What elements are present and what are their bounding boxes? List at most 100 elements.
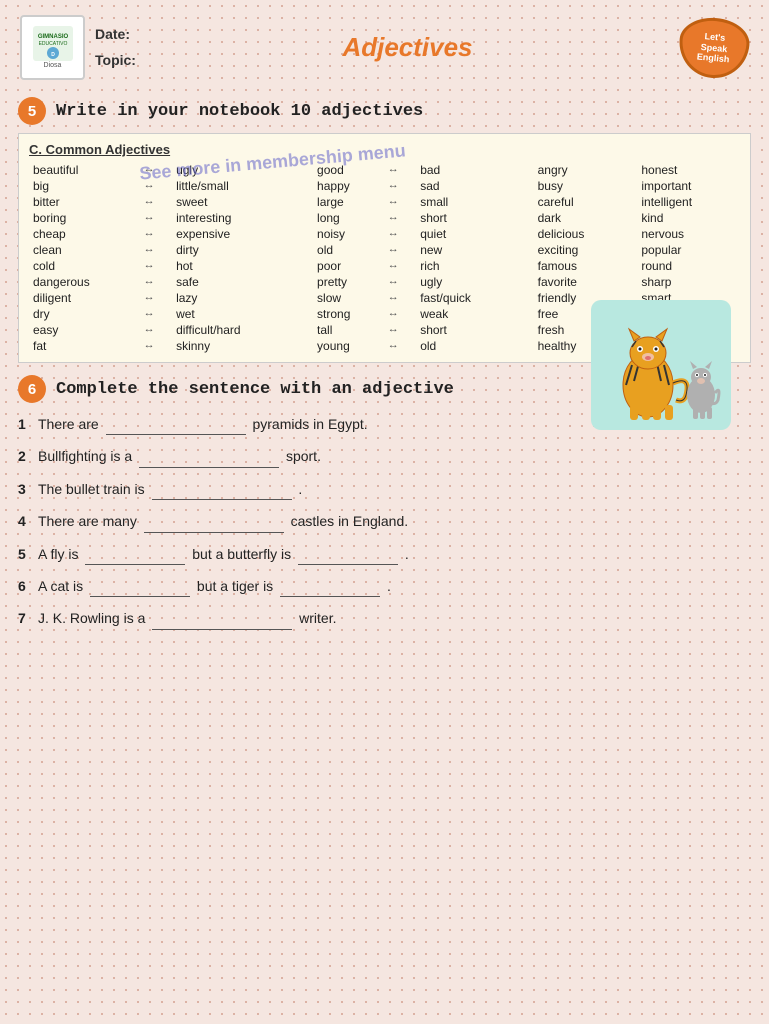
adj-col2-opposite: ugly <box>416 274 533 290</box>
page-title: Adjectives <box>136 32 679 63</box>
adj-col1-arrow: ↔ <box>140 290 172 306</box>
adj-col3-word: dark <box>534 210 638 226</box>
adj-col1-opposite: hot <box>172 258 313 274</box>
exercise-section: 1There are pyramids in Egypt.2Bullfighti… <box>18 413 751 630</box>
exercise-item: 6 A cat is but a tiger is . <box>18 575 751 597</box>
adj-col4-word: nervous <box>637 226 740 242</box>
adj-col3-word: busy <box>534 178 638 194</box>
svg-text:GIMNASIO: GIMNASIO <box>37 34 68 40</box>
exercise-number: 7 <box>18 607 32 629</box>
adj-col1-opposite: skinny <box>172 338 313 354</box>
answer-blank-2[interactable] <box>280 583 380 597</box>
section6-title: Complete the sentence with an adjective <box>56 380 454 399</box>
adj-col1-arrow: ↔ <box>140 178 172 194</box>
answer-blank[interactable] <box>152 486 292 500</box>
adj-col2-opposite: short <box>416 322 533 338</box>
logo-icon: GIMNASIO EDUCATIVO D <box>33 26 73 61</box>
adj-col2-word: tall <box>313 322 384 338</box>
lets-speak-english-badge: Let's Speak English <box>677 15 752 81</box>
answer-blank[interactable] <box>85 551 185 565</box>
adj-col2-opposite: weak <box>416 306 533 322</box>
logo-text: Diosa <box>44 62 62 69</box>
adj-col2-arrow: ↔ <box>384 338 416 354</box>
exercise-number: 6 <box>18 575 32 597</box>
adj-col1-arrow: ↔ <box>140 226 172 242</box>
exercise-item: 7 J. K. Rowling is a writer. <box>18 607 751 629</box>
section5-header: 5 Write in your notebook 10 adjectives <box>10 97 759 125</box>
adj-col2-opposite: old <box>416 338 533 354</box>
adj-col3-word: exciting <box>534 242 638 258</box>
adj-col3-word: famous <box>534 258 638 274</box>
adj-col1-arrow: ↔ <box>140 274 172 290</box>
section5-title: Write in your notebook 10 adjectives <box>56 102 423 121</box>
adj-col1-opposite: dirty <box>172 242 313 258</box>
answer-blank[interactable] <box>90 583 190 597</box>
adj-col1-opposite: difficult/hard <box>172 322 313 338</box>
exercise-item: 4There are many castles in England. <box>18 510 751 532</box>
adj-col2-opposite: bad <box>416 162 533 178</box>
header: GIMNASIO EDUCATIVO D Diosa Date: Topic: … <box>10 10 759 85</box>
adj-col3-word: careful <box>534 194 638 210</box>
adj-col1-arrow: ↔ <box>140 210 172 226</box>
answer-blank[interactable] <box>152 616 292 630</box>
adj-col1-word: dangerous <box>29 274 140 290</box>
logo: GIMNASIO EDUCATIVO D Diosa <box>20 15 85 80</box>
adj-col1-word: cold <box>29 258 140 274</box>
adj-col1-arrow: ↔ <box>140 242 172 258</box>
answer-blank-2[interactable] <box>298 551 398 565</box>
adj-col4-word: sharp <box>637 274 740 290</box>
answer-blank[interactable] <box>106 421 246 435</box>
adj-col3-word: angry <box>534 162 638 178</box>
svg-text:D: D <box>51 52 55 58</box>
adj-col2-opposite: sad <box>416 178 533 194</box>
adj-col2-arrow: ↔ <box>384 226 416 242</box>
adj-col1-arrow: ↔ <box>140 194 172 210</box>
adj-col1-word: fat <box>29 338 140 354</box>
adj-col1-opposite: sweet <box>172 194 313 210</box>
exercise-text: A cat is but a tiger is . <box>38 575 751 597</box>
adj-col2-arrow: ↔ <box>384 178 416 194</box>
answer-blank[interactable] <box>139 454 279 468</box>
exercise-text: Bullfighting is a sport. <box>38 445 751 467</box>
adj-col2-word: noisy <box>313 226 384 242</box>
adj-col2-word: good <box>313 162 384 178</box>
adj-col2-arrow: ↔ <box>384 306 416 322</box>
adj-col1-word: beautiful <box>29 162 140 178</box>
adj-col1-word: big <box>29 178 140 194</box>
adj-col2-word: slow <box>313 290 384 306</box>
adj-col4-word: round <box>637 258 740 274</box>
adj-col2-opposite: new <box>416 242 533 258</box>
tiger-svg <box>596 305 726 425</box>
adj-col2-opposite: quiet <box>416 226 533 242</box>
adj-col2-word: strong <box>313 306 384 322</box>
adj-col1-arrow: ↔ <box>140 306 172 322</box>
adj-col2-word: pretty <box>313 274 384 290</box>
adj-col2-arrow: ↔ <box>384 258 416 274</box>
exercise-item: 5A fly is but a butterfly is . <box>18 543 751 565</box>
adj-col2-arrow: ↔ <box>384 290 416 306</box>
adj-col3-word: favorite <box>534 274 638 290</box>
section5-number: 5 <box>18 97 46 125</box>
exercise-text: J. K. Rowling is a writer. <box>38 607 751 629</box>
exercise-item: 3The bullet train is . <box>18 478 751 500</box>
adj-col1-word: dry <box>29 306 140 322</box>
adj-col1-arrow: ↔ <box>140 162 172 178</box>
adj-col2-word: poor <box>313 258 384 274</box>
topic-label: Topic: <box>95 48 136 73</box>
adj-col1-word: easy <box>29 322 140 338</box>
date-label: Date: <box>95 22 136 47</box>
exercise-number: 1 <box>18 413 32 435</box>
adj-col1-word: cheap <box>29 226 140 242</box>
adj-col1-arrow: ↔ <box>140 338 172 354</box>
adj-col4-word: kind <box>637 210 740 226</box>
adj-col1-arrow: ↔ <box>140 322 172 338</box>
adj-col4-word: popular <box>637 242 740 258</box>
adj-col1-arrow: ↔ <box>140 258 172 274</box>
page: GIMNASIO EDUCATIVO D Diosa Date: Topic: … <box>0 0 769 1024</box>
adj-col1-opposite: lazy <box>172 290 313 306</box>
adj-col2-word: long <box>313 210 384 226</box>
answer-blank[interactable] <box>144 519 284 533</box>
adj-col1-word: clean <box>29 242 140 258</box>
adj-col1-opposite: wet <box>172 306 313 322</box>
adj-col4-word: intelligent <box>637 194 740 210</box>
